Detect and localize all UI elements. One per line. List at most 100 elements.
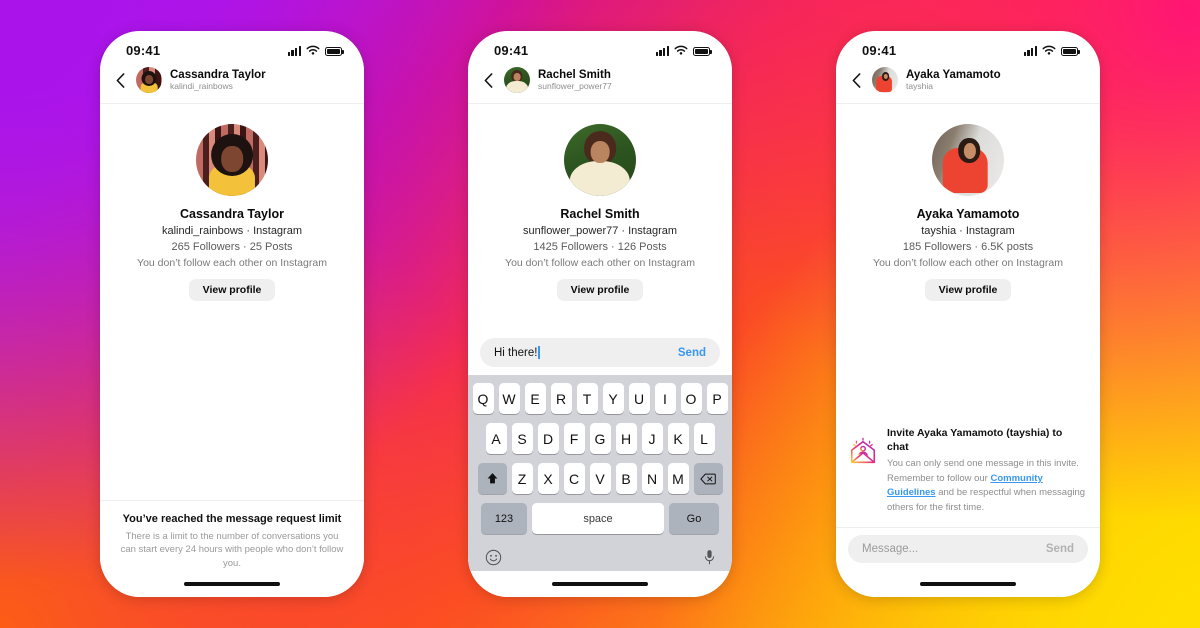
key-J[interactable]: J <box>641 423 663 454</box>
notice-title: You’ve reached the message request limit <box>122 512 342 525</box>
nav-title-group: Rachel Smith sunflower_power77 <box>538 69 612 92</box>
view-profile-button[interactable]: View profile <box>188 278 276 301</box>
numbers-key[interactable]: 123 <box>481 503 527 534</box>
home-indicator-area <box>836 571 1100 597</box>
keyboard-row-1: Q W E R T Y U I O P <box>471 383 729 414</box>
key-I[interactable]: I <box>654 383 676 414</box>
nav-username: sunflower_power77 <box>538 80 612 91</box>
key-U[interactable]: U <box>628 383 650 414</box>
key-C[interactable]: C <box>563 463 585 494</box>
signal-icon <box>655 46 669 56</box>
home-indicator[interactable] <box>552 582 648 586</box>
profile-avatar[interactable] <box>932 124 1004 196</box>
key-Y[interactable]: Y <box>602 383 624 414</box>
nav-display-name: Ayaka Yamamoto <box>906 68 1001 81</box>
key-R[interactable]: R <box>550 383 572 414</box>
profile-relationship-line: You don’t follow each other on Instagram <box>873 256 1063 269</box>
key-L[interactable]: L <box>693 423 715 454</box>
nav-avatar[interactable] <box>872 67 898 93</box>
nav-bar: Ayaka Yamamoto tayshia <box>836 63 1100 104</box>
keyboard-row-3: Z X C V B N M <box>471 463 729 494</box>
message-input[interactable]: Hi there! <box>494 346 540 359</box>
nav-display-name: Rachel Smith <box>538 68 611 81</box>
view-profile-button[interactable]: View profile <box>556 278 644 301</box>
key-E[interactable]: E <box>524 383 546 414</box>
key-Q[interactable]: Q <box>472 383 494 414</box>
nav-avatar[interactable] <box>504 67 530 93</box>
signal-icon <box>287 46 301 56</box>
key-P[interactable]: P <box>706 383 728 414</box>
key-V[interactable]: V <box>589 463 611 494</box>
key-O[interactable]: O <box>680 383 702 414</box>
keyboard-row-4: 123 space Go <box>471 503 729 534</box>
nav-avatar[interactable] <box>136 67 162 93</box>
microphone-icon[interactable] <box>704 549 715 566</box>
status-icons <box>287 45 344 56</box>
profile-handle-line: sunflower_power77 · Instagram <box>522 225 678 237</box>
profile-avatar[interactable] <box>564 124 636 196</box>
profile-stats-line: 1425 Followers · 126 Posts <box>533 240 667 253</box>
backspace-key[interactable] <box>693 463 723 494</box>
key-K[interactable]: K <box>667 423 689 454</box>
nav-bar: Cassandra Taylor kalindi_rainbows <box>100 63 364 104</box>
profile-display-name: Ayaka Yamamoto <box>916 207 1020 221</box>
nav-title-group: Ayaka Yamamoto tayshia <box>906 69 1001 92</box>
signal-icon <box>1023 46 1037 56</box>
invite-envelope-icon <box>848 437 878 467</box>
home-indicator-area <box>468 571 732 597</box>
emoji-smiley-icon[interactable] <box>485 549 502 566</box>
send-button[interactable]: Send <box>678 347 706 359</box>
invite-to-chat-card: Invite Ayaka Yamamoto (tayshia) to chat … <box>836 413 1100 528</box>
on-screen-keyboard: Q W E R T Y U I O P A S D F G H J K L Z … <box>468 375 732 571</box>
phone-compose-keyboard: 09:41 Rachel Smith sunflower_power77 Rac… <box>468 31 732 597</box>
back-button[interactable] <box>480 72 496 88</box>
view-profile-button[interactable]: View profile <box>924 278 1012 301</box>
key-F[interactable]: F <box>563 423 585 454</box>
key-M[interactable]: M <box>667 463 689 494</box>
home-indicator[interactable] <box>920 582 1016 586</box>
key-A[interactable]: A <box>485 423 507 454</box>
message-input-pill[interactable]: Hi there! Send <box>480 338 720 367</box>
space-key[interactable]: space <box>532 503 664 534</box>
profile-relationship-line: You don’t follow each other on Instagram <box>505 256 695 269</box>
phone-screen: 09:41 <box>836 31 1100 597</box>
invite-text-block: Invite Ayaka Yamamoto (tayshia) to chat … <box>887 427 1086 515</box>
battery-icon <box>1061 46 1080 56</box>
profile-summary: Ayaka Yamamoto tayshia · Instagram 185 F… <box>836 104 1100 301</box>
key-B[interactable]: B <box>615 463 637 494</box>
shift-key[interactable] <box>477 463 507 494</box>
phone-mockup-stage: 09:41 Cassandra Taylor kalindi_rainbows … <box>0 0 1200 628</box>
key-N[interactable]: N <box>641 463 663 494</box>
invite-body-part1: You can only send one message in this in… <box>887 458 1079 484</box>
notice-body: There is a limit to the number of conver… <box>120 530 344 570</box>
return-key[interactable]: Go <box>669 503 719 534</box>
backspace-icon <box>700 473 716 484</box>
nav-username: tayshia <box>906 80 933 91</box>
wifi-icon <box>306 45 320 55</box>
status-time: 09:41 <box>862 42 897 58</box>
profile-avatar[interactable] <box>196 124 268 196</box>
key-S[interactable]: S <box>511 423 533 454</box>
message-composer: Message... Send <box>836 528 1100 571</box>
message-input-pill[interactable]: Message... Send <box>848 535 1088 563</box>
key-G[interactable]: G <box>589 423 611 454</box>
key-D[interactable]: D <box>537 423 559 454</box>
back-button[interactable] <box>112 72 128 88</box>
key-Z[interactable]: Z <box>511 463 533 494</box>
send-button[interactable]: Send <box>1046 543 1074 555</box>
profile-display-name: Cassandra Taylor <box>180 207 284 221</box>
nav-username: kalindi_rainbows <box>170 80 233 91</box>
nav-display-name: Cassandra Taylor <box>170 68 266 81</box>
home-indicator[interactable] <box>184 582 280 586</box>
key-T[interactable]: T <box>576 383 598 414</box>
invite-body: You can only send one message in this in… <box>887 457 1086 515</box>
message-input-placeholder[interactable]: Message... <box>862 543 918 555</box>
status-icons <box>655 45 712 56</box>
key-X[interactable]: X <box>537 463 559 494</box>
key-W[interactable]: W <box>498 383 520 414</box>
chevron-left-icon <box>852 72 860 88</box>
key-H[interactable]: H <box>615 423 637 454</box>
back-button[interactable] <box>848 72 864 88</box>
nav-bar: Rachel Smith sunflower_power77 <box>468 63 732 104</box>
